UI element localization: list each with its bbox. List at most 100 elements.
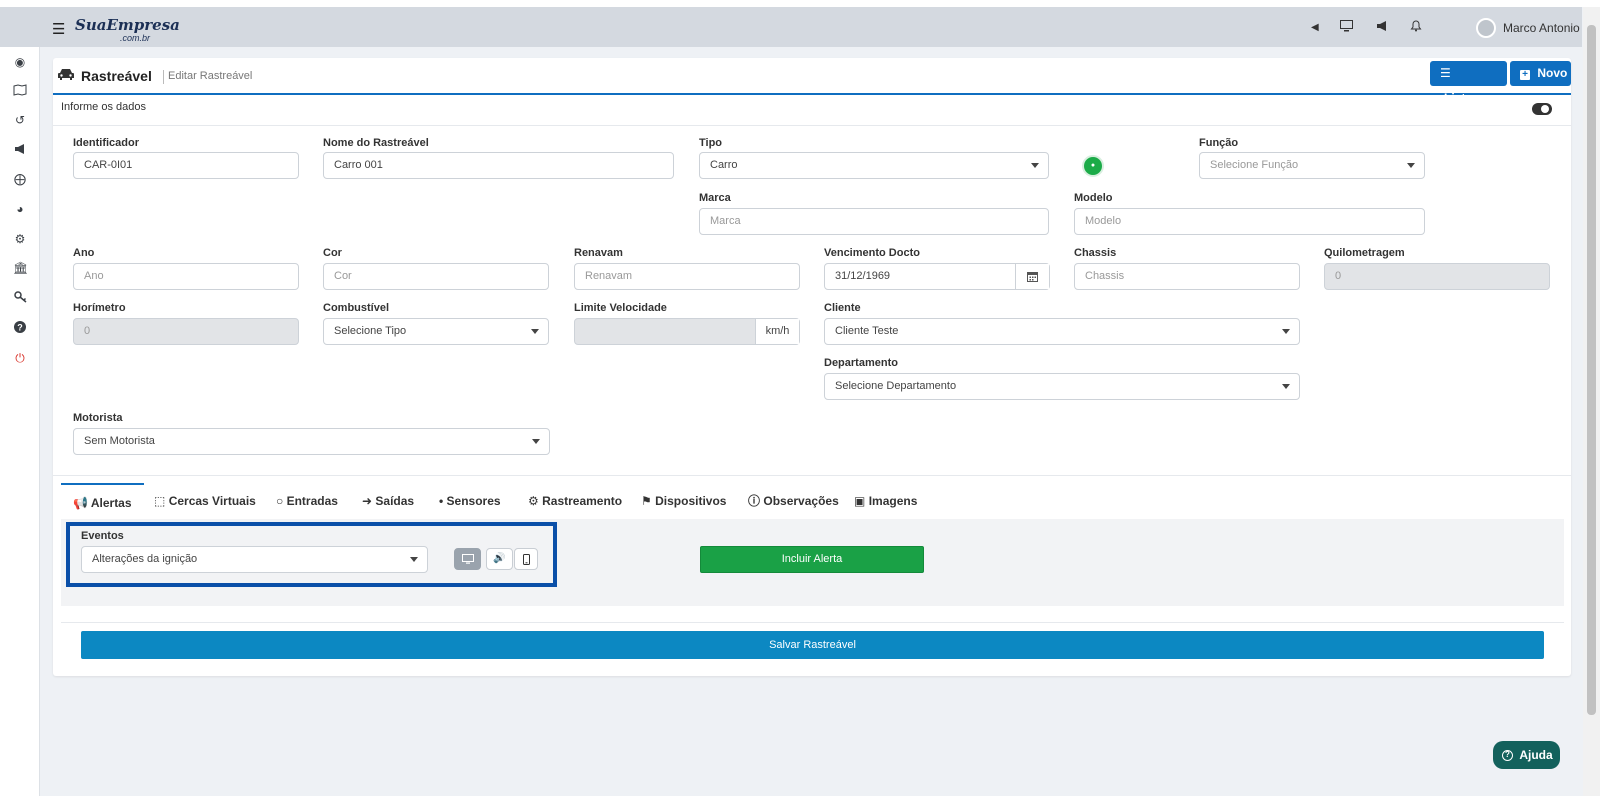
combustivel-select[interactable]: Selecione Tipo [323,318,549,345]
tab-entradas[interactable]: ○ Entradas [276,483,338,519]
title-separator [163,70,164,84]
history-icon[interactable]: ↺ [13,113,27,127]
scrollbar-thumb[interactable] [1587,25,1596,715]
vencimento-value: 31/12/1969 [835,270,891,282]
sound-alert-toggle[interactable]: 🔊 [486,548,513,570]
svg-text:?: ? [17,323,23,333]
chevron-down-icon [1407,163,1415,168]
chassis-input[interactable]: Chassis [1074,263,1300,290]
modelo-input[interactable]: Modelo [1074,208,1425,235]
card-header [53,58,1571,95]
tab-rastreamento[interactable]: ⚙ Rastreamento [528,483,622,519]
power-icon[interactable]: ⏻ [13,351,27,365]
divider [61,622,1564,623]
chevron-down-icon [532,439,540,444]
divider [53,125,1571,126]
gear-icon: ⚙ [528,494,539,508]
monitor-icon[interactable] [1340,20,1353,35]
tab-alertas[interactable]: 📢 Alertas [61,483,144,519]
page-title: Rastreável [81,68,152,84]
listagem-label: Listagem [1444,91,1497,105]
tab-label: Entradas [286,494,338,508]
eventos-value: Alterações da ignição [92,553,198,565]
salvar-button[interactable]: Salvar Rastreável [81,631,1544,659]
tab-sensores[interactable]: • Sensores [439,483,501,519]
chassis-label: Chassis [1074,247,1117,259]
ano-label: Ano [73,247,95,259]
identificador-input[interactable]: CAR-0I01 [73,152,299,179]
cor-label: Cor [323,247,342,259]
help-icon[interactable]: ? [13,321,27,335]
incluir-alerta-button[interactable]: Incluir Alerta [700,546,924,573]
ano-input[interactable]: Ano [73,263,299,290]
list-icon: ☰ [1440,66,1451,80]
tab-dispositivos[interactable]: ⚑ Dispositivos [641,483,726,519]
chevron-down-icon [1031,163,1039,168]
menu-icon[interactable]: ☰ [52,20,65,38]
megaphone-icon[interactable] [13,143,27,157]
cliente-value: Cliente Teste [835,325,899,337]
bank-icon[interactable]: 🏛 [13,261,28,275]
caret-left-icon[interactable]: ◀ [1311,22,1319,33]
tab-label: Sensores [446,494,501,508]
map-icon[interactable] [13,84,27,98]
vencimento-input[interactable]: 31/12/1969 [824,263,1050,290]
cor-input[interactable]: Cor [323,263,549,290]
limite-input: km/h [574,318,800,345]
tab-label: Cercas Virtuais [168,494,256,508]
logo[interactable]: SuaEmpresa [75,16,180,34]
chevron-down-icon [410,557,418,562]
modelo-label: Modelo [1074,192,1113,204]
tab-label: Rastreamento [542,494,623,508]
tab-label: Dispositivos [655,494,727,508]
chevron-down-icon [1282,329,1290,334]
pie-chart-icon[interactable]: ◕ [13,202,27,216]
megaphone-icon[interactable] [1376,20,1389,35]
motorista-select[interactable]: Sem Motorista [73,428,550,455]
bell-icon[interactable] [1410,20,1422,35]
username[interactable]: Marco Antonio [1503,21,1580,35]
crosshair-icon[interactable]: ⨁ [13,172,27,186]
funcao-select[interactable]: Selecione Função [1199,152,1425,179]
sign-out-icon: ➜ [362,494,373,508]
tab-label: Alertas [90,496,132,510]
gears-icon[interactable]: ⚙ [13,232,27,246]
horimetro-label: Horímetro [73,302,126,314]
help-button[interactable]: ? Ajuda [1493,741,1560,769]
tags-icon: ⚑ [641,494,652,508]
calendar-icon[interactable] [1015,264,1049,289]
screen-alert-toggle[interactable] [454,548,481,570]
listagem-button[interactable]: ☰ Listagem [1430,61,1507,105]
tab-observacoes[interactable]: ⓘ Observações [748,483,839,519]
chevron-down-icon [531,329,539,334]
eventos-select[interactable]: Alterações da ignição [81,546,428,573]
tab-cercas-virtuais[interactable]: ⬚ Cercas Virtuais [154,483,256,519]
motorista-label: Motorista [73,412,123,424]
plus-square-icon: + [1520,70,1530,80]
departamento-select[interactable]: Selecione Departamento [824,373,1300,400]
tipo-select[interactable]: Carro [699,152,1049,179]
dashboard-icon[interactable]: ◉ [13,55,27,69]
renavam-label: Renavam [574,247,623,259]
section-toggle[interactable] [1532,103,1552,115]
novo-button[interactable]: + Novo [1510,61,1571,86]
sidebar: ◉ ↺ ⨁ ◕ ⚙ 🏛 ? ⏻ [0,47,40,796]
tab-saidas[interactable]: ➜ Saídas [362,483,414,519]
section-label: Informe os dados [61,101,146,113]
nome-input[interactable]: Carro 001 [323,152,674,179]
divider [53,475,1571,476]
marca-input[interactable]: Marca [699,208,1049,235]
cliente-select[interactable]: Cliente Teste [824,318,1300,345]
scrollbar[interactable] [1583,7,1600,796]
help-label: Ajuda [1519,748,1553,762]
departamento-label: Departamento [824,357,898,369]
vencimento-label: Vencimento Docto [824,247,920,259]
renavam-input[interactable]: Renavam [574,263,800,290]
tab-imagens[interactable]: ▣ Imagens [854,483,917,519]
help-circle-icon: ? [1502,750,1513,762]
broadcast-icon: • [439,494,444,508]
key-icon[interactable] [13,291,27,305]
nome-label: Nome do Rastreável [323,137,429,149]
avatar[interactable] [1476,18,1496,38]
mobile-alert-toggle[interactable] [514,548,538,570]
